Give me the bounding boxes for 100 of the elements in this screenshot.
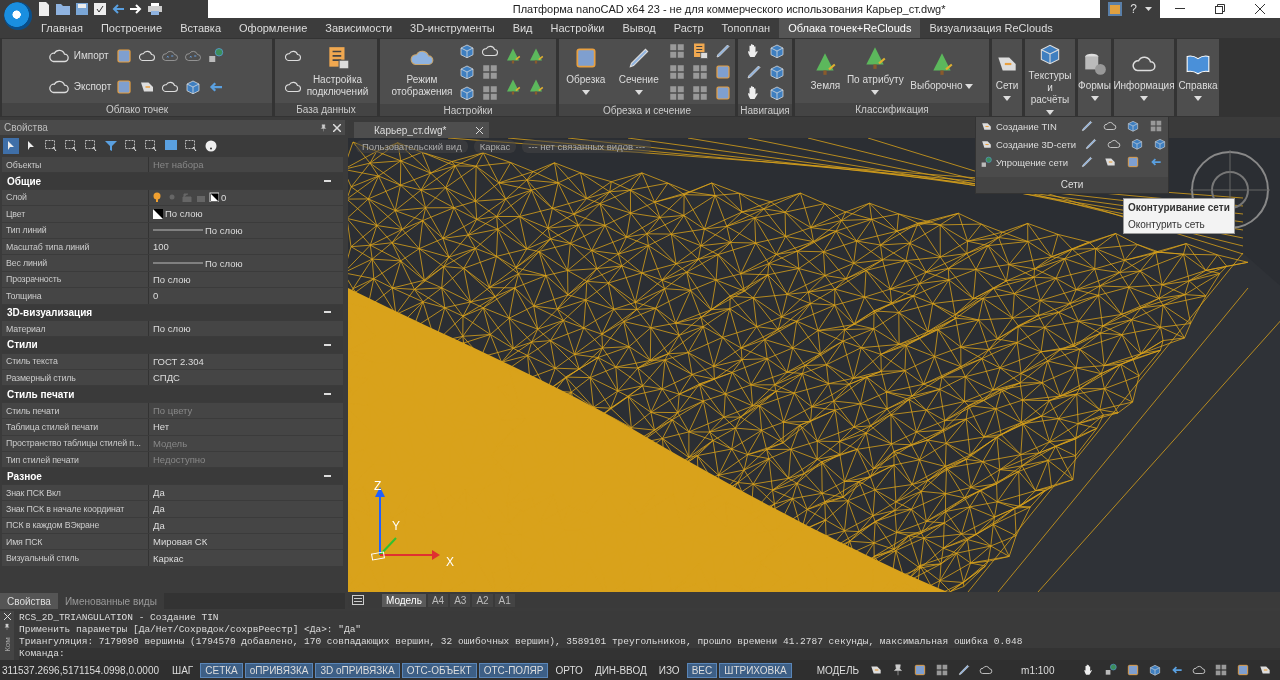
tool-button[interactable] — [690, 83, 710, 102]
ribbon-tab[interactable]: 3D-инструменты — [401, 18, 504, 38]
tool-button[interactable] — [667, 83, 687, 102]
redo-button[interactable] — [130, 4, 142, 14]
tool-button[interactable] — [667, 41, 687, 60]
ribbon-button[interactable]: Сечение — [613, 41, 664, 102]
tool-button[interactable] — [480, 83, 500, 102]
ribbon-button[interactable]: Земля — [810, 41, 841, 101]
layout-tab[interactable]: A4 — [427, 593, 449, 607]
ribbon-tab[interactable]: Вид — [503, 18, 542, 38]
ribbon-tab[interactable]: Настройки — [541, 18, 614, 38]
close-button[interactable] — [1255, 4, 1265, 14]
panel-tab[interactable]: Свойства — [0, 593, 58, 610]
tool-button[interactable] — [667, 62, 687, 81]
command-prompt[interactable]: Команда: — [19, 648, 1280, 661]
layout-list-icon[interactable] — [352, 595, 364, 605]
ribbon-tab[interactable]: Вывод — [613, 18, 665, 38]
document-tab[interactable]: Карьер_ст.dwg* — [354, 122, 490, 138]
toolbar-button[interactable] — [83, 138, 99, 154]
ribbon-tab[interactable]: Главная — [32, 18, 92, 38]
ribbon-tab[interactable]: Растр — [664, 18, 713, 38]
status-toggle[interactable]: ИЗО — [653, 662, 685, 678]
ribbon-button[interactable]: По атрибуту — [843, 41, 908, 101]
ribbon-tab[interactable]: Топоплан — [712, 18, 780, 38]
open-button[interactable] — [56, 3, 70, 15]
view-label[interactable]: Каркас — [473, 140, 517, 153]
ribbon-button[interactable]: Обрезка — [561, 41, 611, 102]
status-toggle[interactable]: ОТС-ОБЪЕКТ — [401, 662, 477, 678]
close-icon[interactable] — [333, 123, 341, 132]
property-value: По слою — [153, 273, 191, 285]
tool-button[interactable] — [713, 83, 733, 102]
ribbon-button[interactable]: Справка — [1178, 41, 1218, 114]
help-button[interactable]: ? — [1130, 2, 1137, 16]
status-toggle[interactable]: ШАГ — [167, 662, 199, 678]
ribbon-button[interactable]: Экспорт — [47, 75, 112, 98]
menu-item[interactable]: Создание TIN — [980, 119, 1072, 133]
tool-button[interactable] — [1125, 154, 1141, 170]
property-label: Визуальный стиль — [2, 550, 149, 566]
status-toggle[interactable]: ОТС-ПОЛЯР — [478, 662, 549, 678]
save-all-button[interactable] — [94, 3, 106, 15]
collapse-icon[interactable] — [324, 180, 331, 183]
ribbon-button[interactable]: Импорт — [47, 44, 112, 67]
ribbon-tab[interactable]: Зависимости — [316, 18, 402, 38]
status-toggle[interactable]: СЕТКА — [200, 662, 243, 678]
ribbon-tab[interactable]: Визуализация ReClouds — [920, 18, 1062, 38]
ribbon-button[interactable]: Сети — [994, 41, 1020, 114]
app-logo[interactable] — [4, 2, 32, 30]
toolbar-button[interactable] — [123, 138, 139, 154]
collapse-icon[interactable] — [324, 311, 331, 314]
tool-button[interactable] — [1079, 118, 1095, 134]
tool-button[interactable] — [1079, 154, 1095, 170]
ribbon-button[interactable]: Режим отображения — [390, 41, 454, 102]
undo-button[interactable] — [112, 4, 124, 14]
print-button[interactable] — [148, 3, 162, 15]
toolbar-button[interactable] — [103, 138, 119, 154]
tool-button[interactable] — [713, 62, 733, 81]
status-toggle[interactable]: ОРТО — [550, 662, 588, 678]
layout-tab[interactable]: A3 — [450, 593, 471, 607]
restore-button[interactable] — [1215, 4, 1225, 14]
minimize-button[interactable] — [1175, 8, 1185, 10]
menu-item[interactable]: Упрощение сети — [980, 155, 1072, 169]
property-value: Да — [153, 519, 165, 531]
ribbon-button[interactable]: Формы — [1078, 41, 1111, 114]
toolbar-button[interactable] — [63, 138, 79, 154]
view-label[interactable]: Пользовательский вид — [356, 140, 468, 153]
view-label[interactable]: --- нет связанных видов --- — [522, 140, 652, 153]
tool-button[interactable] — [1125, 118, 1141, 134]
ribbon-tab[interactable]: Построение — [91, 18, 172, 38]
collapse-icon[interactable] — [324, 393, 331, 396]
layout-tab[interactable]: A1 — [494, 593, 515, 607]
status-toggle[interactable]: ДИН-ВВОД — [589, 662, 652, 678]
ribbon-button[interactable]: Настройка подключений — [305, 41, 370, 101]
toolbar-button[interactable] — [203, 138, 219, 154]
ribbon-tab[interactable]: Вставка — [171, 18, 231, 38]
ribbon-tab[interactable]: Облака точек+ReClouds — [779, 18, 921, 38]
ribbon-button[interactable]: Информация — [1114, 41, 1174, 114]
collapse-icon[interactable] — [324, 475, 331, 478]
menu-item[interactable]: Создание 3D-сети — [980, 137, 1077, 151]
close-icon[interactable] — [476, 126, 484, 134]
model-space-button[interactable]: МОДЕЛЬ — [811, 662, 865, 678]
toolbar-button[interactable] — [183, 138, 199, 154]
new-file-button[interactable] — [38, 2, 50, 16]
toolbar-button[interactable] — [3, 138, 19, 154]
status-toggle[interactable]: 3D оПРИВЯЗКА — [315, 662, 400, 678]
status-toggle[interactable]: оПРИВЯЗКА — [244, 662, 314, 678]
tool-button[interactable] — [480, 62, 500, 81]
layout-tab[interactable]: Модель — [382, 593, 426, 607]
tool-button[interactable] — [1083, 136, 1100, 152]
status-toggle[interactable]: ШТРИХОВКА — [719, 662, 792, 678]
ribbon-button[interactable]: Выборочно — [910, 41, 974, 101]
layout-tab[interactable]: A2 — [472, 593, 493, 607]
annotation-scale-button[interactable]: m1:100 — [1016, 662, 1060, 678]
tool-button[interactable] — [690, 62, 710, 81]
ribbon-tab[interactable]: Оформление — [230, 18, 317, 38]
close-icon[interactable] — [3, 613, 11, 621]
panel-tab[interactable]: Именованные виды — [57, 593, 164, 610]
status-toggle[interactable]: ВЕС — [686, 662, 718, 678]
toolbar-button[interactable] — [43, 138, 59, 154]
toolbar-button[interactable] — [143, 138, 159, 154]
tool-button[interactable] — [1148, 118, 1164, 134]
